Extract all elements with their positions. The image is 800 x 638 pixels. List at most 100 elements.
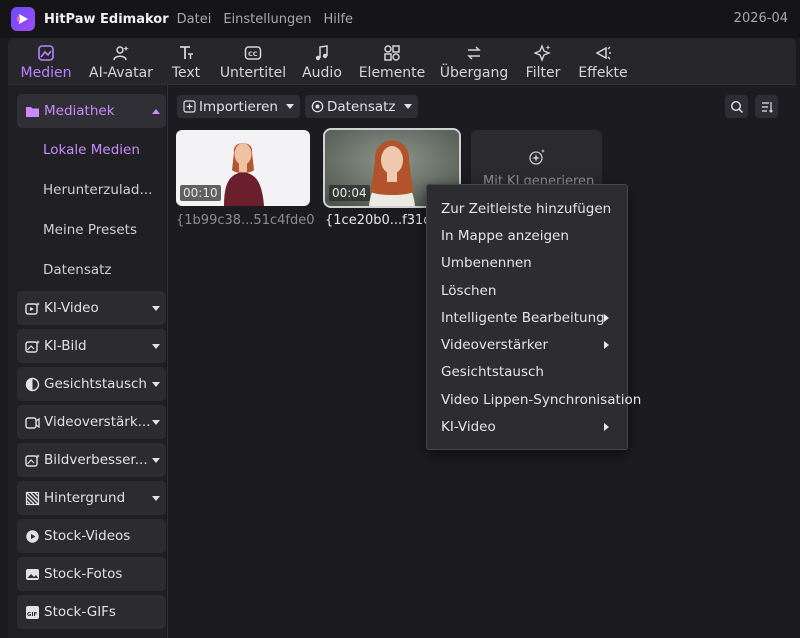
ai-sparkle-icon bbox=[529, 149, 545, 165]
title-bar: HitPaw Edimakor Datei Einstellungen Hilf… bbox=[0, 0, 800, 38]
sidebar-item-gesichtstausch[interactable]: Gesichtstausch bbox=[17, 367, 166, 401]
tab-uebergang[interactable]: Übergang bbox=[438, 38, 510, 84]
media-thumbnail[interactable]: 00:10 bbox=[176, 130, 310, 206]
chevron-right-icon bbox=[604, 314, 609, 323]
sidebar-item-label: Stock-Fotos bbox=[44, 566, 123, 582]
tab-audio-label: Audio bbox=[302, 65, 342, 81]
chevron-right-icon bbox=[604, 423, 609, 432]
sidebar-item-mediathek[interactable]: Mediathek bbox=[17, 94, 166, 128]
clock-date: 2026-04 bbox=[733, 11, 788, 26]
sidebar-item-label: Mediathek bbox=[44, 103, 115, 119]
menu-hilfe[interactable]: Hilfe bbox=[323, 12, 353, 27]
sort-icon bbox=[761, 101, 773, 113]
tab-effekte[interactable]: Effekte bbox=[574, 38, 632, 84]
elements-icon bbox=[384, 45, 400, 61]
sort-button[interactable] bbox=[755, 95, 778, 118]
ai-video-icon bbox=[25, 301, 40, 315]
tab-ai-avatar[interactable]: AI-Avatar bbox=[86, 38, 156, 84]
menu-item-add-to-timeline[interactable]: Zur Zeitleiste hinzufügen bbox=[427, 195, 627, 222]
sidebar-item-videoverstaerker[interactable]: Videoverstärk... bbox=[17, 405, 166, 439]
menu-item-rename[interactable]: Umbenennen bbox=[427, 250, 627, 277]
tab-untertitel[interactable]: CC Untertitel bbox=[216, 38, 290, 84]
import-button[interactable]: Importieren bbox=[177, 95, 300, 118]
tab-filter-label: Filter bbox=[525, 65, 561, 81]
tab-effekte-label: Effekte bbox=[578, 65, 628, 81]
sidebar-item-stock-videos[interactable]: Stock-Videos bbox=[17, 519, 166, 553]
menu-item-face-swap[interactable]: Gesichtstausch bbox=[427, 359, 627, 386]
stock-video-icon bbox=[26, 529, 39, 543]
stock-photo-icon bbox=[26, 568, 39, 580]
tab-elemente[interactable]: Elemente bbox=[356, 38, 428, 84]
media-icon bbox=[38, 45, 54, 61]
sidebar-item-label: Hintergrund bbox=[44, 490, 126, 506]
menu-datei[interactable]: Datei bbox=[177, 12, 212, 27]
sidebar-item-label: Stock-GIFs bbox=[44, 604, 116, 620]
tab-untertitel-label: Untertitel bbox=[219, 65, 287, 81]
chevron-down-icon bbox=[403, 104, 412, 109]
face-swap-icon bbox=[25, 377, 40, 391]
text-icon bbox=[180, 46, 193, 59]
menu-item-label: Zur Zeitleiste hinzufügen bbox=[441, 200, 612, 217]
sidebar-item-ki-bild[interactable]: KI-Bild bbox=[17, 329, 166, 363]
sidebar-item-ki-video[interactable]: KI-Video bbox=[17, 291, 166, 325]
media-filename: {1b99c38...51c4fde0 bbox=[176, 213, 315, 228]
sidebar-sub-meine-presets[interactable]: Meine Presets bbox=[43, 222, 137, 238]
sidebar-item-bildverbesserer[interactable]: Bildverbesser... bbox=[17, 443, 166, 477]
tab-filter[interactable]: Filter bbox=[520, 38, 566, 84]
menu-item-ai-video[interactable]: KI-Video bbox=[427, 413, 627, 440]
sidebar-item-label: Bildverbesser... bbox=[44, 452, 148, 468]
menu-item-label: In Mappe anzeigen bbox=[441, 227, 569, 244]
sidebar-sub-lokale-medien[interactable]: Lokale Medien bbox=[43, 142, 140, 158]
menu-item-lip-sync[interactable]: Video Lippen-Synchronisation bbox=[427, 386, 641, 413]
subtitle-icon: CC bbox=[244, 46, 262, 60]
menu-item-delete[interactable]: Löschen bbox=[427, 277, 627, 304]
duration-badge: 00:10 bbox=[180, 185, 221, 201]
chevron-down-icon bbox=[152, 496, 160, 501]
tab-elemente-label: Elemente bbox=[358, 65, 426, 81]
effects-icon bbox=[595, 46, 611, 60]
video-enhance-icon bbox=[25, 416, 40, 429]
menu-item-smart-edit[interactable]: Intelligente Bearbeitung bbox=[427, 304, 627, 331]
svg-text:GIF: GIF bbox=[27, 612, 38, 618]
menu-item-video-enhancer[interactable]: Videoverstärker bbox=[427, 331, 627, 358]
menu-bar: Datei Einstellungen Hilfe bbox=[177, 12, 365, 27]
tab-text[interactable]: Text bbox=[166, 38, 206, 84]
menu-einstellungen[interactable]: Einstellungen bbox=[223, 12, 311, 27]
menu-item-label: KI-Video bbox=[441, 419, 496, 436]
sidebar-item-hintergrund[interactable]: Hintergrund bbox=[17, 481, 166, 515]
sidebar: Mediathek Lokale Medien Herunterzulad...… bbox=[8, 84, 166, 638]
app-logo-icon bbox=[11, 7, 35, 31]
dataset-dropdown[interactable]: Datensatz bbox=[305, 95, 418, 118]
tab-uebergang-label: Übergang bbox=[439, 65, 509, 81]
sidebar-item-label: KI-Video bbox=[44, 300, 99, 316]
gif-icon: GIF bbox=[26, 605, 39, 619]
chevron-right-icon bbox=[604, 341, 609, 350]
sidebar-sub-datensatz[interactable]: Datensatz bbox=[43, 262, 112, 278]
menu-item-label: Videoverstärker bbox=[441, 337, 549, 354]
transition-icon bbox=[467, 46, 481, 60]
svg-text:CC: CC bbox=[248, 50, 258, 58]
chevron-down-icon bbox=[152, 344, 160, 349]
menu-item-label: Video Lippen-Synchronisation bbox=[441, 391, 642, 408]
menu-item-show-in-folder[interactable]: In Mappe anzeigen bbox=[427, 222, 627, 249]
context-menu: Zur Zeitleiste hinzufügen In Mappe anzei… bbox=[426, 184, 641, 450]
sidebar-item-label: Videoverstärk... bbox=[44, 414, 151, 430]
menu-item-label: Umbenennen bbox=[441, 255, 532, 272]
ai-image-icon bbox=[25, 339, 40, 353]
app-title: HitPaw Edimakor bbox=[44, 11, 169, 27]
folder-icon bbox=[26, 106, 39, 117]
sidebar-item-stock-gifs[interactable]: GIF Stock-GIFs bbox=[17, 595, 166, 629]
search-icon bbox=[730, 100, 743, 113]
chevron-down-icon bbox=[152, 382, 160, 387]
tab-medien[interactable]: Medien bbox=[16, 38, 76, 84]
tab-audio[interactable]: Audio bbox=[298, 38, 346, 84]
filter-icon bbox=[534, 44, 551, 62]
menu-item-label: Intelligente Bearbeitung bbox=[441, 309, 605, 326]
sidebar-item-stock-fotos[interactable]: Stock-Fotos bbox=[17, 557, 166, 591]
search-button[interactable] bbox=[725, 95, 748, 118]
background-icon bbox=[25, 491, 40, 505]
chevron-down-icon bbox=[152, 306, 160, 311]
duration-badge: 00:04 bbox=[329, 185, 370, 201]
chevron-down-icon bbox=[285, 104, 294, 109]
sidebar-sub-herunterzuladen[interactable]: Herunterzulad... bbox=[43, 182, 152, 198]
